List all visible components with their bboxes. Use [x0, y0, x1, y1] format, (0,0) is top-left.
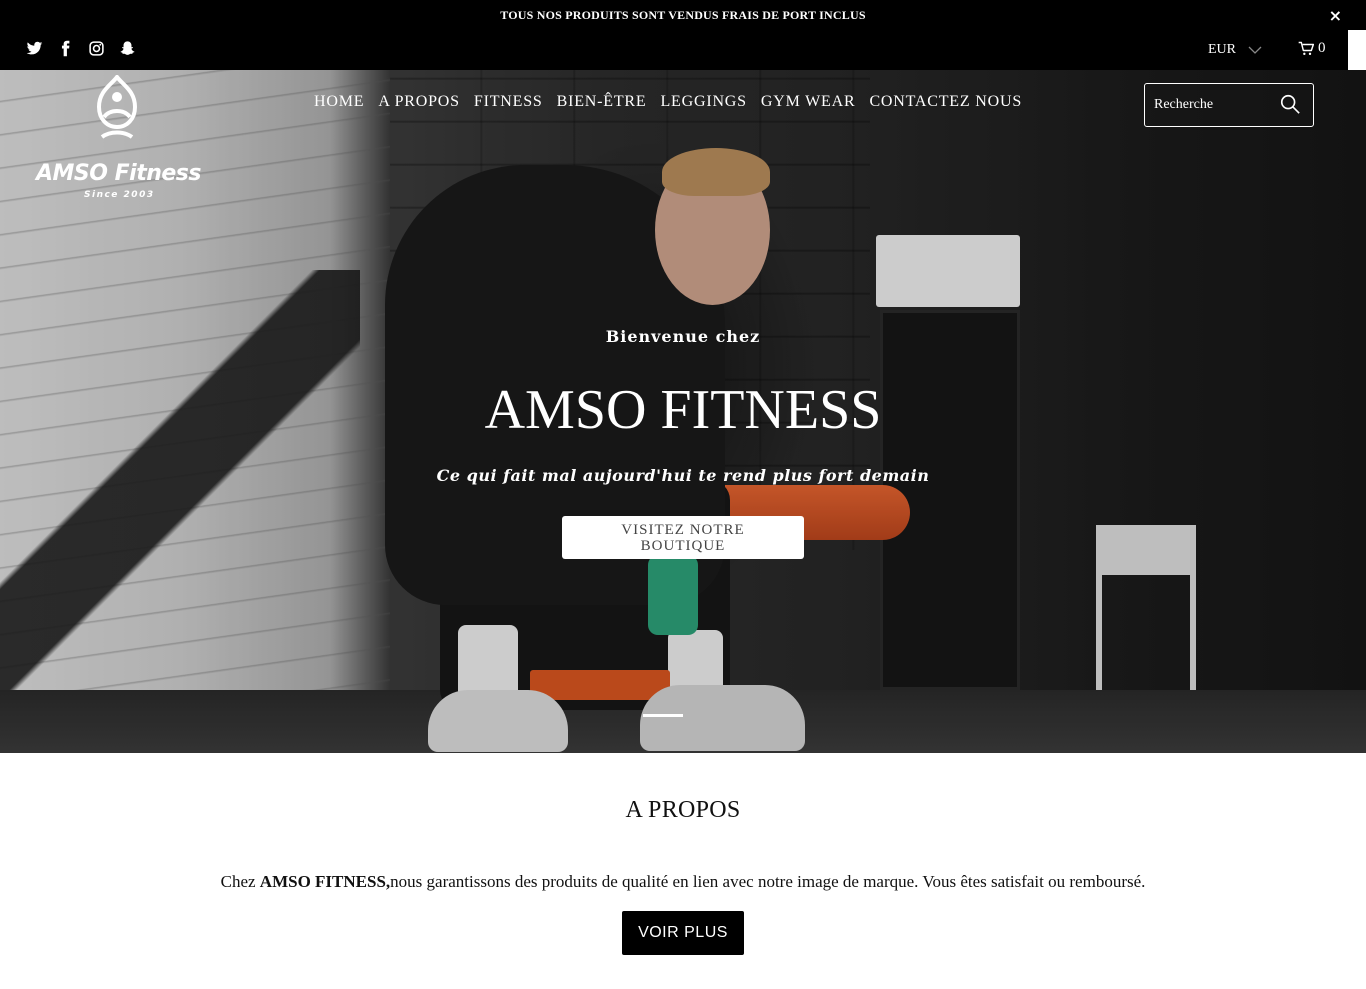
nav-item-contact[interactable]: CONTACTEZ NOUS — [869, 93, 1022, 111]
hero-pretitle: Bienvenue chez — [605, 327, 761, 346]
scrollbar-gap — [1348, 30, 1366, 70]
nav-item-a-propos[interactable]: A PROPOS — [378, 93, 460, 111]
currency-value: EUR — [1208, 42, 1236, 57]
cart-count: 0 — [1318, 40, 1326, 56]
search-box — [1144, 83, 1314, 127]
instagram-icon[interactable] — [88, 40, 105, 57]
chevron-down-icon — [1248, 46, 1262, 54]
search-icon[interactable] — [1279, 93, 1301, 115]
hero-title: AMSO FITNESS — [484, 379, 882, 441]
about-text-suffix: nous garantissons des produits de qualit… — [390, 872, 1146, 891]
about-title: A PROPOS — [625, 797, 741, 823]
facebook-icon[interactable] — [57, 40, 74, 57]
announcement-bar: TOUS NOS PRODUITS SONT VENDUS FRAIS DE P… — [0, 0, 1366, 30]
nav-item-bien-etre[interactable]: BIEN-ÊTRE — [557, 93, 647, 111]
nav-item-gym-wear[interactable]: GYM WEAR — [761, 93, 856, 111]
about-text-prefix: Chez — [220, 872, 260, 891]
about-text: Chez AMSO FITNESS,nous garantissons des … — [0, 872, 1366, 892]
announcement-text: TOUS NOS PRODUITS SONT VENDUS FRAIS DE P… — [500, 7, 866, 22]
search-input[interactable] — [1154, 94, 1274, 116]
utility-bar: EUR 0 — [0, 30, 1348, 70]
cart-button[interactable]: 0 — [1298, 40, 1326, 57]
currency-selector[interactable]: EUR — [1208, 42, 1262, 58]
visit-shop-button[interactable]: VISITEZ NOTRE BOUTIQUE — [562, 516, 804, 559]
logo-mark-icon — [96, 75, 138, 139]
hero-tagline: Ce qui fait mal aujourd'hui te rend plus… — [436, 466, 930, 485]
twitter-icon[interactable] — [26, 40, 43, 57]
nav-item-fitness[interactable]: FITNESS — [474, 93, 543, 111]
snapchat-icon[interactable] — [119, 40, 136, 57]
logo-brand: AMSO Fitness — [36, 161, 201, 186]
about-text-brand: AMSO FITNESS, — [259, 872, 391, 891]
close-icon[interactable]: × — [1329, 6, 1342, 25]
cart-icon — [1298, 41, 1314, 56]
slide-indicator[interactable] — [643, 714, 683, 717]
logo[interactable]: AMSO Fitness Since 2003 — [36, 75, 206, 205]
nav-item-home[interactable]: HOME — [314, 93, 364, 111]
social-links — [26, 40, 136, 57]
main-nav: HOME A PROPOS FITNESS BIEN-ÊTRE LEGGINGS… — [314, 93, 1022, 111]
nav-item-leggings[interactable]: LEGGINGS — [660, 93, 746, 111]
logo-since: Since 2003 — [84, 190, 155, 200]
see-more-button[interactable]: VOIR PLUS — [622, 911, 744, 955]
